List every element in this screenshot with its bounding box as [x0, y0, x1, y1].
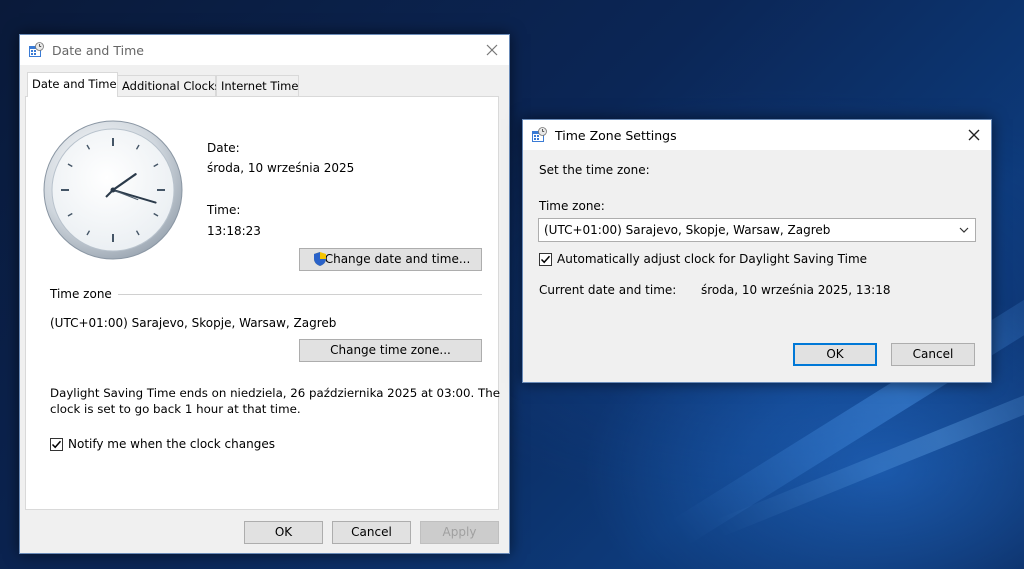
cancel-label: Cancel	[912, 347, 954, 361]
time-zone-divider	[118, 294, 482, 295]
title-bar[interactable]: Date and Time	[20, 35, 509, 65]
change-date-and-time-button[interactable]: Change date and time...	[299, 248, 482, 271]
tab-additional-clocks[interactable]: Additional Clocks	[117, 75, 221, 96]
analog-clock	[43, 120, 183, 260]
cancel-button[interactable]: Cancel	[891, 343, 975, 366]
ok-button[interactable]: OK	[793, 343, 877, 366]
ok-label: OK	[274, 525, 293, 539]
time-zone-heading: Time zone	[50, 287, 112, 301]
close-icon	[968, 129, 980, 141]
current-date-time-label: Current date and time:	[539, 283, 677, 297]
time-zone-value: (UTC+01:00) Sarajevo, Skopje, Warsaw, Za…	[50, 316, 337, 330]
close-button[interactable]	[957, 120, 991, 150]
cancel-button[interactable]: Cancel	[332, 521, 411, 544]
auto-dst-label[interactable]: Automatically adjust clock for Daylight …	[557, 252, 867, 266]
tab-internet-time[interactable]: Internet Time	[216, 75, 299, 96]
set-time-zone-label: Set the time zone:	[539, 163, 650, 177]
change-time-zone-button[interactable]: Change time zone...	[299, 339, 482, 362]
notify-checkbox[interactable]	[50, 438, 63, 451]
change-time-zone-label: Change time zone...	[330, 343, 451, 357]
window-title: Date and Time	[52, 43, 144, 58]
time-zone-dropdown[interactable]: (UTC+01:00) Sarajevo, Skopje, Warsaw, Za…	[538, 218, 976, 242]
date-value: środa, 10 września 2025	[207, 161, 355, 175]
date-time-control-panel-icon	[29, 42, 44, 57]
chevron-down-icon	[959, 227, 969, 233]
auto-dst-checkbox[interactable]	[539, 253, 552, 266]
current-date-time-value: środa, 10 września 2025, 13:18	[701, 283, 891, 297]
close-icon	[486, 44, 498, 56]
apply-button[interactable]: Apply	[420, 521, 499, 544]
dst-info-line-2: clock is set to go back 1 hour at that t…	[50, 402, 301, 416]
time-zone-label: Time zone:	[539, 199, 605, 213]
time-zone-selected: (UTC+01:00) Sarajevo, Skopje, Warsaw, Za…	[544, 223, 831, 237]
tab-date-and-time[interactable]: Date and Time	[27, 72, 118, 97]
ok-label: OK	[826, 347, 844, 361]
checkmark-icon	[540, 255, 551, 264]
change-date-and-time-label: Change date and time...	[324, 252, 471, 266]
apply-label: Apply	[442, 525, 477, 539]
dst-info-line-1: Daylight Saving Time ends on niedziela, …	[50, 386, 500, 400]
time-zone-settings-window: Time Zone Settings Set the time zone: Ti…	[522, 119, 992, 383]
uac-shield-icon	[314, 252, 326, 266]
ok-button[interactable]: OK	[244, 521, 323, 544]
notify-label[interactable]: Notify me when the clock changes	[68, 437, 275, 451]
time-value: 13:18:23	[207, 224, 261, 238]
title-bar[interactable]: Time Zone Settings	[523, 120, 991, 150]
date-time-control-panel-icon	[532, 127, 547, 142]
cancel-label: Cancel	[351, 525, 392, 539]
close-button[interactable]	[475, 35, 509, 65]
time-label: Time:	[207, 203, 241, 217]
date-label: Date:	[207, 141, 240, 155]
window-title: Time Zone Settings	[555, 128, 677, 143]
tab-panel: Date: środa, 10 września 2025 Time: 13:1…	[25, 96, 500, 510]
checkmark-icon	[51, 440, 62, 449]
